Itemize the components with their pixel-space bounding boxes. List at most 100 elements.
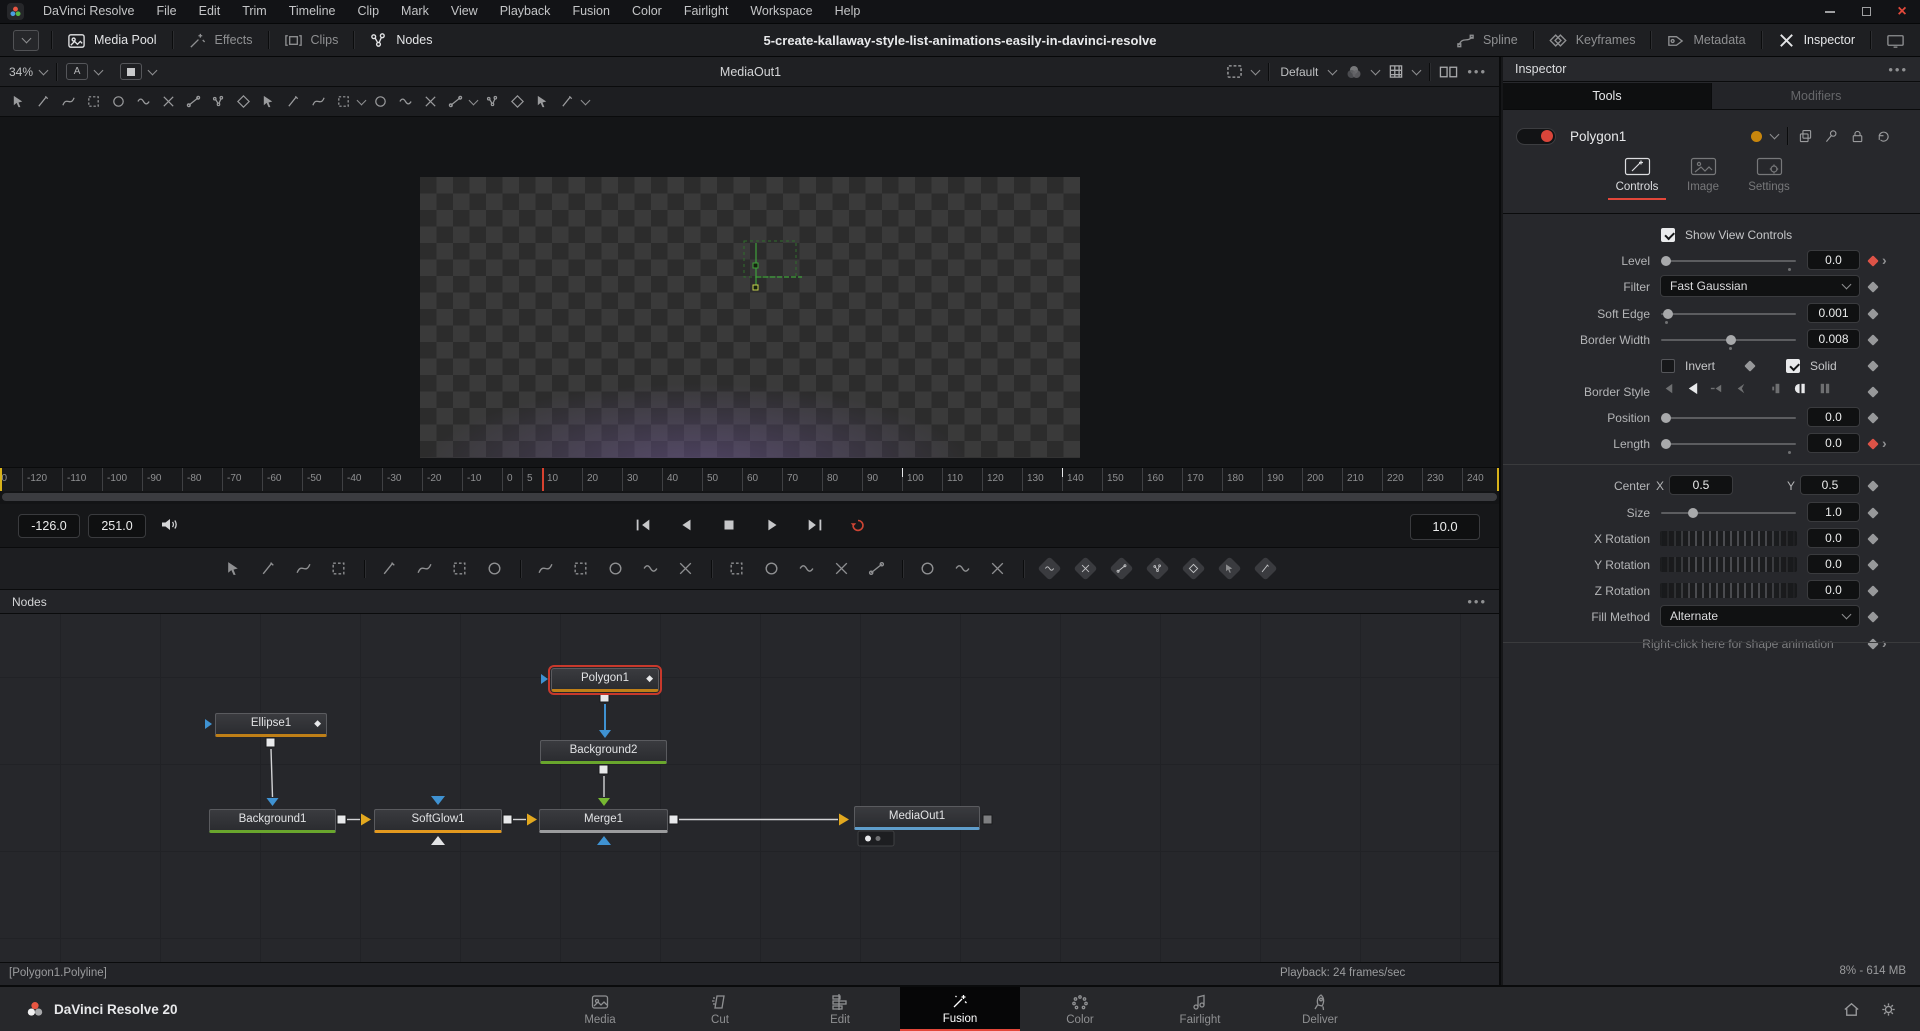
point-light-3d-icon[interactable] <box>1217 556 1241 580</box>
publish-points-icon[interactable] <box>445 92 465 112</box>
menu-fairlight[interactable]: Fairlight <box>673 0 739 23</box>
page-cut[interactable]: Cut <box>660 987 780 1031</box>
page-color[interactable]: Color <box>1020 987 1140 1031</box>
length-keyframe-diamond[interactable] <box>1867 438 1878 449</box>
position-slider[interactable] <box>1661 417 1796 419</box>
smooth-dropdown[interactable] <box>357 95 367 105</box>
menu-davinci-resolve[interactable]: DaVinci Resolve <box>32 0 145 23</box>
page-deliver[interactable]: Deliver <box>1260 987 1380 1031</box>
nodes-panel-menu[interactable]: ••• <box>1467 594 1487 609</box>
ellipse-mask-icon[interactable] <box>761 558 783 580</box>
border-style-4[interactable] <box>1733 381 1748 396</box>
polygon-mask-icon[interactable] <box>796 558 818 580</box>
menu-color[interactable]: Color <box>621 0 673 23</box>
menu-timeline[interactable]: Timeline <box>278 0 347 23</box>
menu-fusion[interactable]: Fusion <box>561 0 621 23</box>
lut-select[interactable]: Default <box>1278 57 1320 86</box>
project-manager-icon[interactable] <box>1842 1000 1861 1019</box>
z-rotation-value[interactable]: 0.0 <box>1807 580 1860 600</box>
node-mediaout1[interactable]: MediaOut1 <box>854 806 980 830</box>
loop-button[interactable] <box>843 512 873 538</box>
node-graph[interactable]: Polygon1◆Ellipse1◆Background2Background1… <box>0 614 1499 962</box>
level-keyframe-diamond[interactable] <box>1867 255 1878 266</box>
toolbar-button-effects[interactable]: Effects <box>173 24 268 56</box>
connect-select-icon[interactable] <box>233 92 253 112</box>
color-corrector-icon[interactable] <box>449 558 471 580</box>
length-value[interactable]: 0.0 <box>1807 433 1860 453</box>
menu-help[interactable]: Help <box>824 0 872 23</box>
versions-icon[interactable] <box>1797 128 1814 145</box>
color-controls-icon[interactable] <box>1345 64 1363 80</box>
toolbar-button-inspector[interactable]: Inspector <box>1762 24 1870 56</box>
viewer-options-menu[interactable]: ••• <box>1467 64 1487 79</box>
play-reverse-button[interactable] <box>671 512 701 538</box>
menu-playback[interactable]: Playback <box>489 0 562 23</box>
roi-dropdown[interactable] <box>1251 65 1261 75</box>
corner-positioner-icon[interactable] <box>605 558 627 580</box>
grid-dropdown[interactable] <box>1412 65 1422 75</box>
node-color-icon[interactable] <box>1751 131 1762 142</box>
reduce-points-icon[interactable] <box>507 92 527 112</box>
node-background2[interactable]: Background2 <box>540 740 667 764</box>
level-value[interactable]: 0.0 <box>1807 250 1860 270</box>
done-dropdown[interactable] <box>581 95 591 105</box>
shape-3d-icon[interactable] <box>1073 556 1097 580</box>
tab-tools[interactable]: Tools <box>1503 83 1712 109</box>
filter-dropdown[interactable]: Fast Gaussian <box>1660 275 1860 297</box>
insert-point-icon[interactable] <box>308 92 328 112</box>
color-curves-icon[interactable] <box>414 558 436 580</box>
render-end-marker[interactable] <box>1497 468 1499 491</box>
soft-edge-value[interactable]: 0.001 <box>1807 303 1860 323</box>
page-edit[interactable]: Edit <box>780 987 900 1031</box>
y-rotation-thumbwheel[interactable] <box>1660 557 1797 572</box>
transform-icon[interactable] <box>535 558 557 580</box>
merge-3d-icon[interactable] <box>1145 556 1169 580</box>
length-slider[interactable] <box>1661 443 1796 445</box>
node-background1[interactable]: Background1 <box>209 809 336 833</box>
play-button[interactable] <box>757 512 787 538</box>
dual-viewer-icon[interactable] <box>1439 65 1458 79</box>
grid-icon[interactable] <box>1388 64 1404 79</box>
done-icon[interactable] <box>557 92 577 112</box>
channel-button[interactable] <box>111 57 165 86</box>
border-style-1[interactable] <box>1661 381 1676 396</box>
node-softglow1[interactable]: SoftGlow1 <box>374 809 502 833</box>
camera-3d-icon[interactable] <box>1181 556 1205 580</box>
shape-box-icon[interactable] <box>532 92 552 112</box>
toolbar-button-media-pool[interactable]: Media Pool <box>52 24 172 56</box>
color-controls-dropdown[interactable] <box>1371 65 1381 75</box>
node-color-dropdown[interactable] <box>1770 130 1780 140</box>
position-value[interactable]: 0.0 <box>1807 407 1860 427</box>
node-polygon1[interactable]: Polygon1◆ <box>551 668 659 692</box>
maximize-button[interactable] <box>1848 0 1884 23</box>
menu-trim[interactable]: Trim <box>231 0 278 23</box>
invert-shape-icon[interactable] <box>420 92 440 112</box>
close-button[interactable]: × <box>1884 0 1920 23</box>
viewer-zoom-button[interactable]: 34% <box>0 57 56 86</box>
menu-edit[interactable]: Edit <box>188 0 232 23</box>
current-frame-field[interactable]: 10.0 <box>1410 514 1480 540</box>
box-select-icon[interactable] <box>208 92 228 112</box>
page-fusion[interactable]: Fusion <box>900 987 1020 1031</box>
paint-icon[interactable] <box>328 558 350 580</box>
interface-toggle-button[interactable] <box>13 30 39 51</box>
linear-icon[interactable] <box>370 92 390 112</box>
follow-points-icon[interactable] <box>482 92 502 112</box>
letterbox-icon[interactable] <box>675 558 697 580</box>
lasso-select-icon[interactable] <box>108 92 128 112</box>
clean-feed-monitor-icon[interactable] <box>1871 24 1920 56</box>
background-icon[interactable] <box>223 558 245 580</box>
go-to-end-button[interactable] <box>800 512 830 538</box>
x-rotation-thumbwheel[interactable] <box>1660 531 1797 546</box>
tab-modifiers[interactable]: Modifiers <box>1712 83 1920 109</box>
toolbar-button-nodes[interactable]: Nodes <box>354 24 447 56</box>
toolbar-button-clips[interactable]: Clips <box>269 24 354 56</box>
project-settings-gear-icon[interactable] <box>1879 1000 1898 1019</box>
menu-clip[interactable]: Clip <box>347 0 391 23</box>
timeline-scrollbar-thumb[interactable] <box>2 493 1497 501</box>
line-icon[interactable] <box>183 92 203 112</box>
menu-workspace[interactable]: Workspace <box>739 0 823 23</box>
cut-points-icon[interactable] <box>283 92 303 112</box>
border-style-3[interactable] <box>1709 381 1724 396</box>
paint-icon[interactable] <box>33 92 53 112</box>
